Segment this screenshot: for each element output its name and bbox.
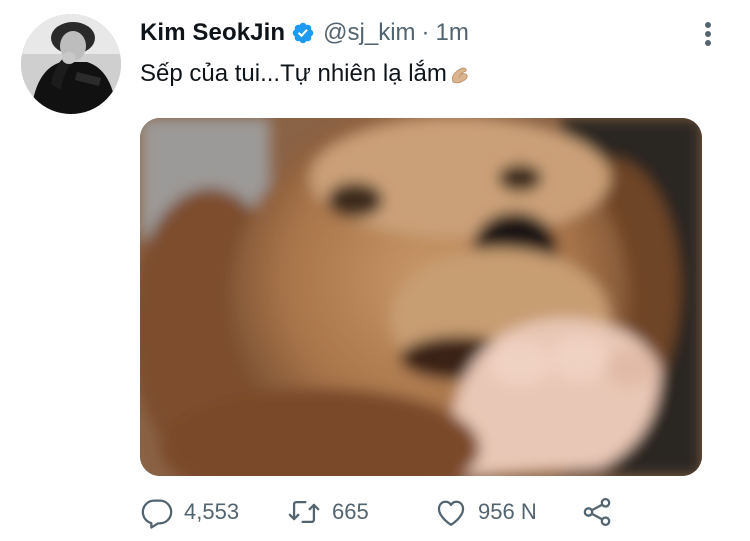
tweet-media-image[interactable] bbox=[140, 118, 702, 476]
tweet-header: Kim SeokJin @sj_kim · 1m bbox=[140, 18, 469, 48]
share-icon bbox=[583, 497, 611, 527]
retweet-icon bbox=[288, 500, 320, 524]
like-count: 956 N bbox=[478, 499, 537, 524]
verified-badge-icon bbox=[291, 21, 315, 45]
tweet-actions: 4,553 665 956 N bbox=[140, 492, 660, 532]
pinching-hand-emoji-icon bbox=[449, 63, 471, 85]
reply-icon bbox=[141, 499, 173, 529]
avatar[interactable] bbox=[21, 14, 121, 114]
tweet[interactable]: Kim SeokJin @sj_kim · 1m Sếp của tui...T… bbox=[0, 0, 750, 541]
more-options-button[interactable] bbox=[693, 14, 723, 54]
share-button[interactable] bbox=[580, 492, 614, 532]
more-vertical-icon bbox=[705, 22, 711, 46]
user-handle[interactable]: @sj_kim bbox=[323, 18, 415, 48]
reply-count: 4,553 bbox=[184, 499, 240, 524]
separator-dot: · bbox=[421, 19, 430, 46]
display-name[interactable]: Kim SeokJin bbox=[140, 18, 285, 48]
reply-button[interactable]: 4,553 bbox=[140, 492, 239, 532]
tweet-text-content: Sếp của tui...Tự nhiên lạ lắm bbox=[140, 60, 447, 87]
like-button[interactable]: 956 N bbox=[434, 492, 537, 532]
retweet-count: 665 bbox=[332, 499, 369, 524]
heart-icon bbox=[437, 500, 465, 526]
timestamp[interactable]: 1m bbox=[436, 18, 469, 48]
retweet-button[interactable]: 665 bbox=[286, 492, 369, 532]
tweet-text: Sếp của tui...Tự nhiên lạ lắm bbox=[140, 58, 471, 90]
